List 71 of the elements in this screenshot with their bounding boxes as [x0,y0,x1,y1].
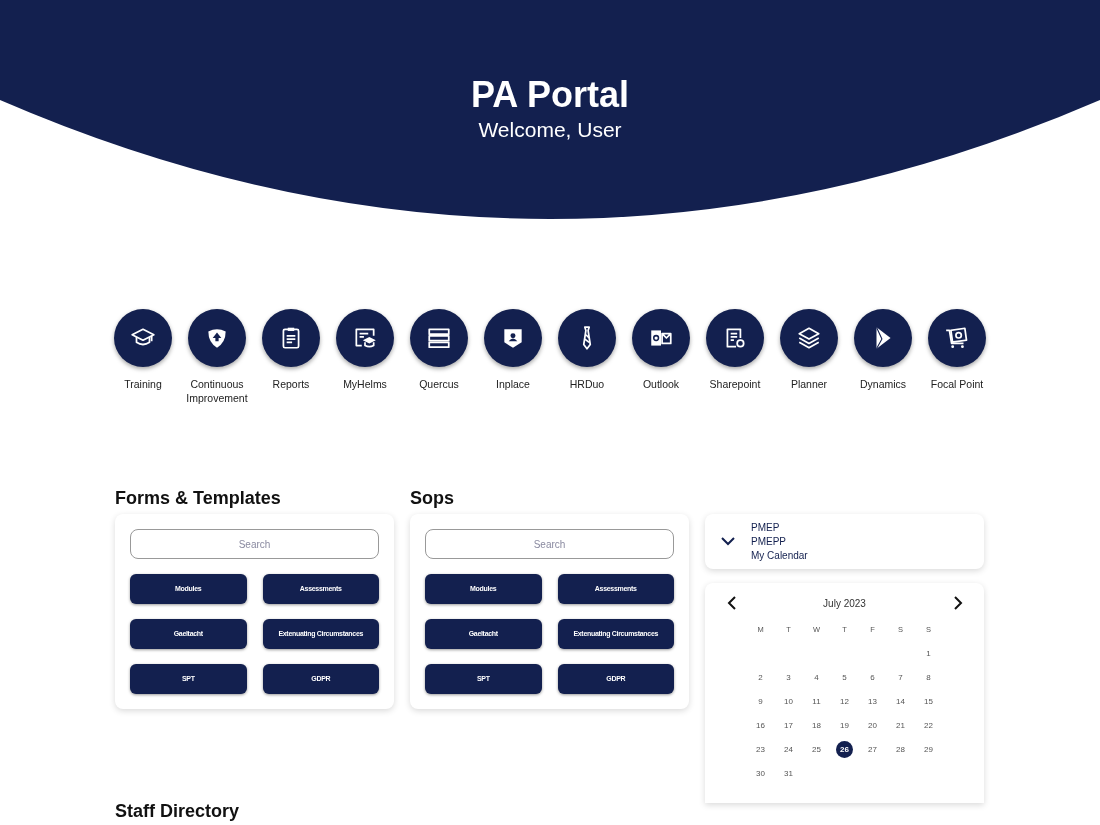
app-shortcut-button[interactable] [632,309,690,367]
calendar-option[interactable]: PMEP [751,520,808,535]
month-title: July 2023 [823,596,866,611]
calendar-day[interactable]: 2 [758,671,763,684]
app-shortcut-button[interactable] [780,309,838,367]
app-shortcut-button[interactable] [484,309,542,367]
app-label[interactable]: Inplace [496,377,530,391]
app-label[interactable]: Outlook [642,377,680,391]
calendar-day[interactable]: 30 [756,767,765,780]
section-heading: Staff Directory [115,800,240,822]
calendar-day[interactable]: 23 [756,743,765,756]
calendar-day[interactable]: 17 [784,719,793,732]
calendar-day[interactable]: 29 [924,743,933,756]
welcome-text: Welcome, User [478,117,622,143]
calendar-day[interactable]: 18 [812,719,821,732]
app-label[interactable]: Quercus [419,377,459,391]
search-field[interactable]: Search [130,529,379,559]
calendar-day[interactable]: 21 [896,719,905,732]
app-shortcut-button[interactable] [928,309,986,367]
calendar-day[interactable]: 10 [784,695,793,708]
app-label[interactable]: Dynamics [859,377,907,391]
server-icon [426,325,452,351]
app-label[interactable]: Planner [790,377,828,391]
app-label[interactable]: MyHelms [343,377,387,391]
section-heading: Forms & Templates [115,487,282,510]
app-label[interactable]: Continuous Improvement [180,377,254,405]
calendar-day[interactable]: 20 [868,719,877,732]
calendar-day[interactable]: 9 [758,695,763,708]
cart-gear-icon [944,325,970,351]
app-shortcut-button[interactable] [336,309,394,367]
screen-graduation-cap-icon [352,325,378,351]
app-label[interactable]: Sharepoint [709,377,761,391]
app-shortcut-button[interactable] [706,309,764,367]
calendar-day[interactable]: 8 [926,671,931,684]
app-shortcut-button[interactable] [114,309,172,367]
calendar-day[interactable]: 14 [896,695,905,708]
app-shortcut-button[interactable] [410,309,468,367]
app-shortcut-button[interactable] [854,309,912,367]
calendar-selector[interactable]: PMEP PMEPP My Calendar [705,514,984,569]
calendar-day[interactable]: 12 [840,695,849,708]
section-heading: Sops [410,487,455,510]
search-field[interactable]: Search [425,529,674,559]
portal-title: PA Portal [471,74,629,116]
calendar-day[interactable]: 15 [924,695,933,708]
calendar-day[interactable]: 26 [836,741,853,758]
app-label[interactable]: Reports [272,377,310,391]
calendar-day[interactable]: 24 [784,743,793,756]
calendar-day[interactable]: 11 [812,695,821,708]
app-label[interactable]: Focal Point [930,377,984,391]
calendar-day[interactable]: 22 [924,719,933,732]
calendar-day[interactable]: 13 [868,695,877,708]
calendar-day[interactable]: 31 [784,767,793,780]
layers-icon [796,325,822,351]
calendar-day[interactable]: 4 [814,671,819,684]
app-shortcut-button[interactable] [188,309,246,367]
calendar-option[interactable]: PMEPP [751,534,808,549]
calendar-day[interactable]: 6 [870,671,875,684]
calendar-day[interactable]: 27 [868,743,877,756]
calendar-day[interactable]: 1 [926,647,931,660]
calendar-day[interactable]: 25 [812,743,821,756]
calendar-day[interactable]: 19 [840,719,849,732]
calendar-day[interactable]: 28 [896,743,905,756]
calendar-day[interactable]: 7 [898,671,903,684]
app-shortcut-button[interactable] [558,309,616,367]
calendar-option[interactable]: My Calendar [751,548,808,563]
app-shortcut-button[interactable] [262,309,320,367]
app-label[interactable]: HRDuo [569,377,605,391]
calendar-day[interactable]: 3 [786,671,791,684]
calendar-day[interactable]: 16 [756,719,765,732]
calendar-day[interactable]: 5 [842,671,847,684]
app-label[interactable]: Training [124,377,162,391]
